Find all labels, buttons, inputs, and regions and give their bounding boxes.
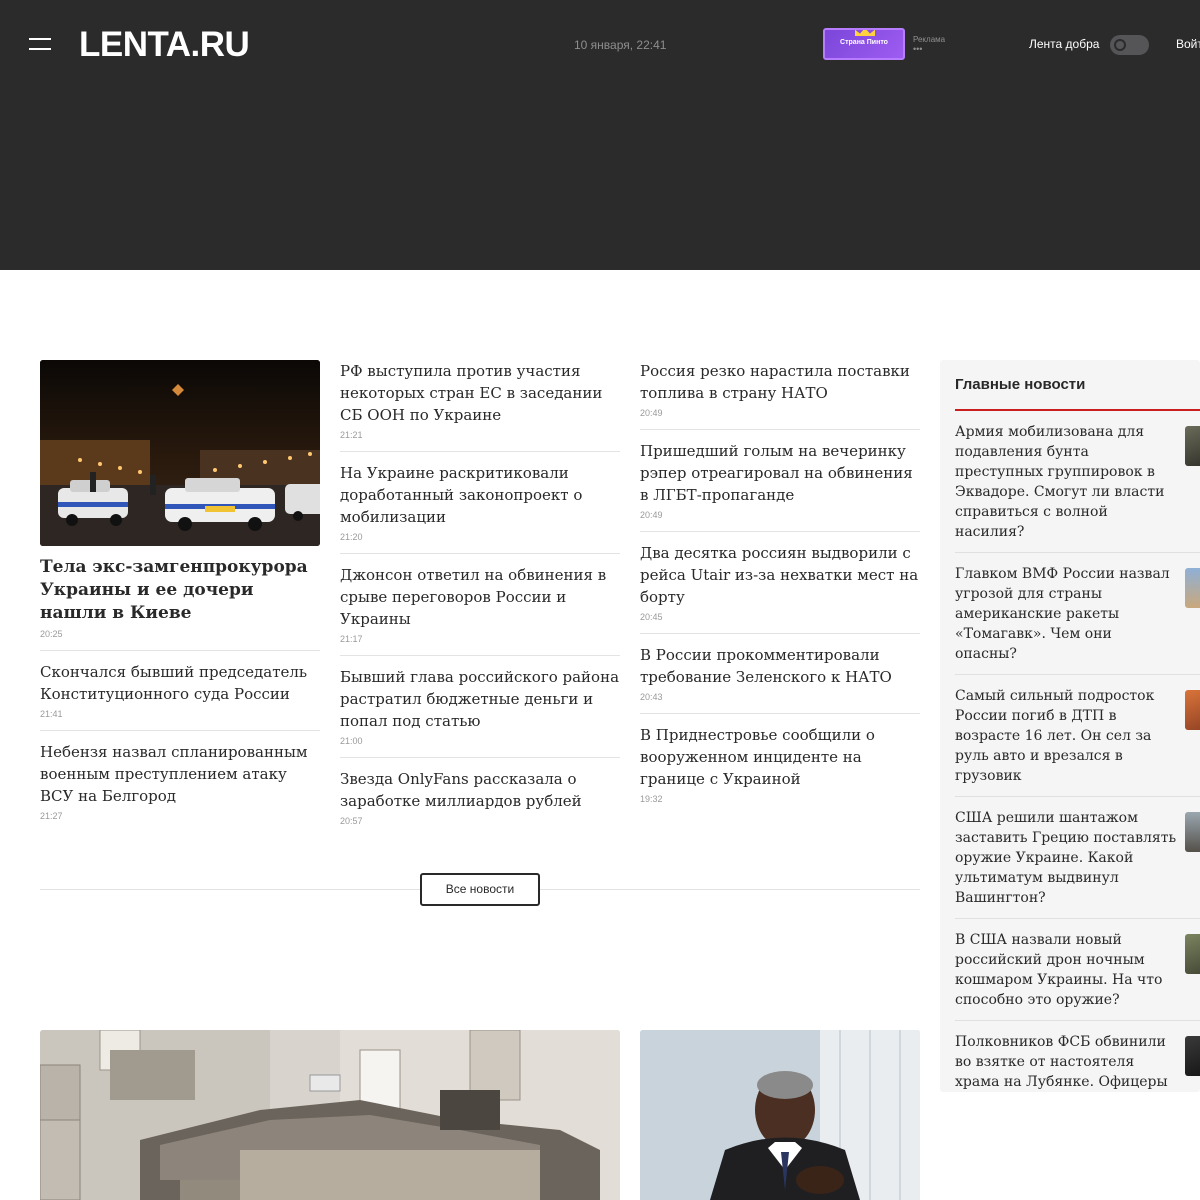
list-item: На Украине раскритиковали доработанный з… [340,462,620,554]
news-time: 21:00 [340,736,363,746]
news-link[interactable]: Пришедший голым на вечеринку рэпер отреа… [640,440,920,506]
sidebar-list: Армия мобилизована для подавления бунта … [955,422,1200,1092]
news-link[interactable]: РФ выступила против участия некоторых ст… [340,360,620,426]
site-logo[interactable]: LENTA.RU [79,26,250,64]
sidebar-item[interactable]: Армия мобилизована для подавления бунта … [955,422,1200,553]
good-news-toggle[interactable] [1110,35,1149,55]
feature-image-portrait[interactable] [640,1030,920,1200]
news-link[interactable]: Два десятка россиян выдворили с рейса Ut… [640,542,920,608]
sidebar-thumbnail[interactable] [1185,690,1200,730]
sidebar-thumbnail[interactable] [1185,1036,1200,1076]
all-news-button[interactable]: Все новости [420,873,540,906]
top-news-sidebar: Главные новости Армия мобилизована для п… [940,360,1200,1092]
news-link[interactable]: На Украине раскритиковали доработанный з… [340,462,620,528]
ad-banner-text: Страна Пинто [840,39,888,46]
list-item: Скончался бывший председатель Конституци… [40,661,320,731]
news-time: 21:20 [340,532,363,542]
sidebar-thumbnail[interactable] [1185,934,1200,974]
news-link[interactable]: Джонсон ответил на обвинения в срыве пер… [340,564,620,630]
news-link[interactable]: Скончался бывший председатель Конституци… [40,661,320,705]
ad-more-icon[interactable]: ••• [913,44,922,54]
sidebar-item-text[interactable]: Полковников ФСБ обвинили во взятке от на… [955,1032,1177,1092]
hero-news-title[interactable]: Тела экс-замгенпрокурора Украины и ее до… [40,556,320,625]
news-time: 20:43 [640,692,663,702]
news-time: 20:49 [640,408,663,418]
list-item: Россия резко нарастила поставки топлива … [640,360,920,430]
news-time: 19:32 [640,794,663,804]
sidebar-item[interactable]: Главком ВМФ России назвал угрозой для ст… [955,564,1200,675]
list-item: В России прокомментировали требование Зе… [640,644,920,714]
list-item: Пришедший голым на вечеринку рэпер отреа… [640,440,920,532]
news-time: 21:41 [40,709,63,719]
list-item: РФ выступила против участия некоторых ст… [340,360,620,452]
sidebar-title: Главные новости [955,376,1086,393]
hero-news: Тела экс-замгенпрокурора Украины и ее до… [40,360,320,651]
news-link[interactable]: Россия резко нарастила поставки топлива … [640,360,920,404]
list-item: Звезда OnlyFans рассказала о заработке м… [340,768,620,837]
crown-icon [855,30,875,36]
sidebar-item-text[interactable]: Главком ВМФ России назвал угрозой для ст… [955,564,1177,664]
sidebar-thumbnail[interactable] [1185,426,1200,466]
hero-image[interactable] [40,360,320,546]
news-time: 20:57 [340,816,363,826]
news-column-1: Тела экс-замгенпрокурора Украины и ее до… [40,360,320,842]
news-column-3: Россия резко нарастила поставки топлива … [640,360,920,825]
ad-label: Реклама [913,35,946,44]
login-link[interactable]: Войти [1176,37,1200,51]
sidebar-item-text[interactable]: В США назвали новый российский дрон ночн… [955,930,1177,1010]
news-link[interactable]: В Приднестровье сообщили о вооруженном и… [640,724,920,790]
sidebar-item-text[interactable]: США решили шантажом заставить Грецию пос… [955,808,1177,908]
news-link[interactable]: Бывший глава российского района растрати… [340,666,620,732]
news-time: 21:21 [340,430,363,440]
toggle-knob [1114,39,1126,51]
sidebar-item[interactable]: США решили шантажом заставить Грецию пос… [955,808,1200,919]
news-link[interactable]: Звезда OnlyFans рассказала о заработке м… [340,768,620,812]
ad-banner[interactable]: Страна Пинто [823,28,905,60]
list-item: Бывший глава российского района растрати… [340,666,620,758]
hero-news-time: 20:25 [40,629,63,639]
site-header: LENTA.RU 10 января, 22:41 Страна Пинто Р… [0,0,1200,270]
sidebar-item[interactable]: В США назвали новый российский дрон ночн… [955,930,1200,1021]
sidebar-accent-bar [955,409,1200,411]
list-item: В Приднестровье сообщили о вооруженном и… [640,724,920,815]
sidebar-item[interactable]: Полковников ФСБ обвинили во взятке от на… [955,1032,1200,1092]
sidebar-item-text[interactable]: Самый сильный подросток России погиб в Д… [955,686,1177,786]
news-time: 20:45 [640,612,663,622]
news-time: 20:49 [640,510,663,520]
sidebar-item-text[interactable]: Армия мобилизована для подавления бунта … [955,422,1177,542]
good-news-label: Лента добра [1029,37,1100,51]
list-item: Два десятка россиян выдворили с рейса Ut… [640,542,920,634]
news-link[interactable]: Небензя назвал спланированным военным пр… [40,741,320,807]
list-item: Небензя назвал спланированным военным пр… [40,741,320,832]
feature-image-building[interactable] [40,1030,620,1200]
list-item: Джонсон ответил на обвинения в срыве пер… [340,564,620,656]
sidebar-item[interactable]: Самый сильный подросток России погиб в Д… [955,686,1200,797]
news-time: 21:17 [340,634,363,644]
news-time: 21:27 [40,811,63,821]
menu-icon[interactable] [29,38,51,52]
current-datetime: 10 января, 22:41 [574,38,667,52]
news-link[interactable]: В России прокомментировали требование Зе… [640,644,920,688]
news-column-2: РФ выступила против участия некоторых ст… [340,360,620,847]
sidebar-thumbnail[interactable] [1185,568,1200,608]
sidebar-thumbnail[interactable] [1185,812,1200,852]
